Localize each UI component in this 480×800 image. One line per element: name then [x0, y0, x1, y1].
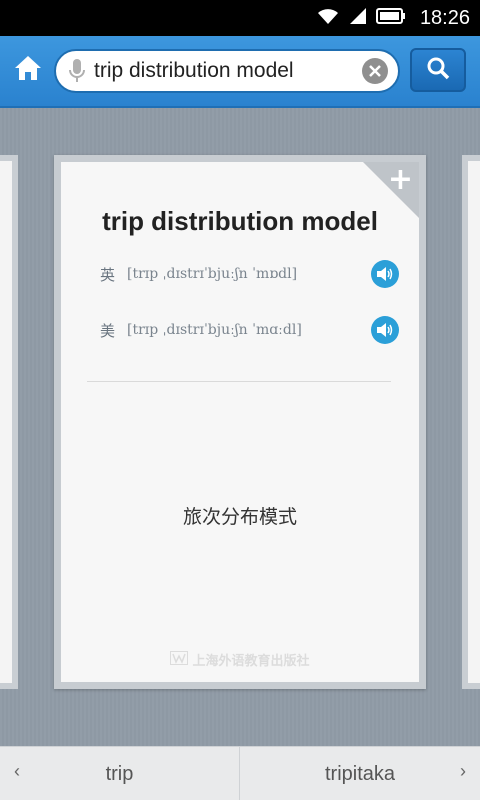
add-to-wordbook-icon[interactable]: +	[388, 162, 413, 198]
app-header	[0, 36, 480, 108]
play-us-audio-button[interactable]	[371, 316, 399, 344]
clear-search-button[interactable]	[362, 58, 388, 84]
pronunciation-uk-ipa: [trɪp ˌdɪstrɪˈbjuːʃn ˈmɒdl]	[127, 266, 298, 282]
previous-word-label: trip	[105, 762, 134, 785]
pronunciation-us-label: 美	[99, 321, 115, 340]
next-word-button[interactable]: tripitaka ›	[240, 747, 480, 800]
publisher-name: 上海外语教育出版社	[192, 654, 310, 669]
pronunciation-uk: 英 [trɪp ˌdɪstrɪˈbjuːʃn ˈmɒdl]	[61, 258, 419, 290]
translation-text: 旅次分布模式	[182, 506, 297, 528]
next-word-label: tripitaka	[324, 762, 396, 785]
publisher-logo-icon	[170, 650, 189, 669]
speaker-icon	[377, 267, 393, 281]
search-button[interactable]	[410, 48, 466, 92]
publisher-credit: 上海外语教育出版社	[61, 650, 419, 669]
status-bar: 18:26	[0, 0, 480, 36]
speaker-icon	[377, 323, 393, 337]
chevron-left-icon: ‹	[14, 761, 20, 781]
home-icon	[13, 54, 43, 86]
word-card: + trip distribution model 英 [trɪp ˌdɪstr…	[54, 155, 426, 689]
next-card[interactable]	[462, 155, 480, 689]
previous-card[interactable]	[0, 155, 18, 689]
word-navigation-bar: ‹ trip tripitaka ›	[0, 746, 480, 800]
search-input[interactable]	[94, 53, 356, 89]
previous-word-button[interactable]: ‹ trip	[0, 747, 240, 800]
word-title: trip distribution model	[102, 206, 378, 236]
play-uk-audio-button[interactable]	[371, 260, 399, 288]
clock-time: 18:26	[419, 6, 470, 29]
close-icon	[369, 65, 381, 77]
pronunciation-uk-label: 英	[99, 265, 115, 284]
home-button[interactable]	[8, 50, 48, 90]
microphone-icon[interactable]	[60, 58, 94, 84]
signal-icon	[348, 6, 368, 30]
wifi-icon	[316, 6, 340, 30]
pronunciation-us: 美 [trɪp ˌdɪstrɪˈbjuːʃn ˈmɑːdl]	[61, 314, 419, 346]
card-divider	[87, 381, 391, 382]
battery-icon	[375, 7, 406, 29]
search-icon	[426, 56, 450, 84]
chevron-right-icon: ›	[460, 761, 466, 781]
search-box	[54, 49, 400, 93]
pronunciation-us-ipa: [trɪp ˌdɪstrɪˈbjuːʃn ˈmɑːdl]	[127, 322, 302, 338]
